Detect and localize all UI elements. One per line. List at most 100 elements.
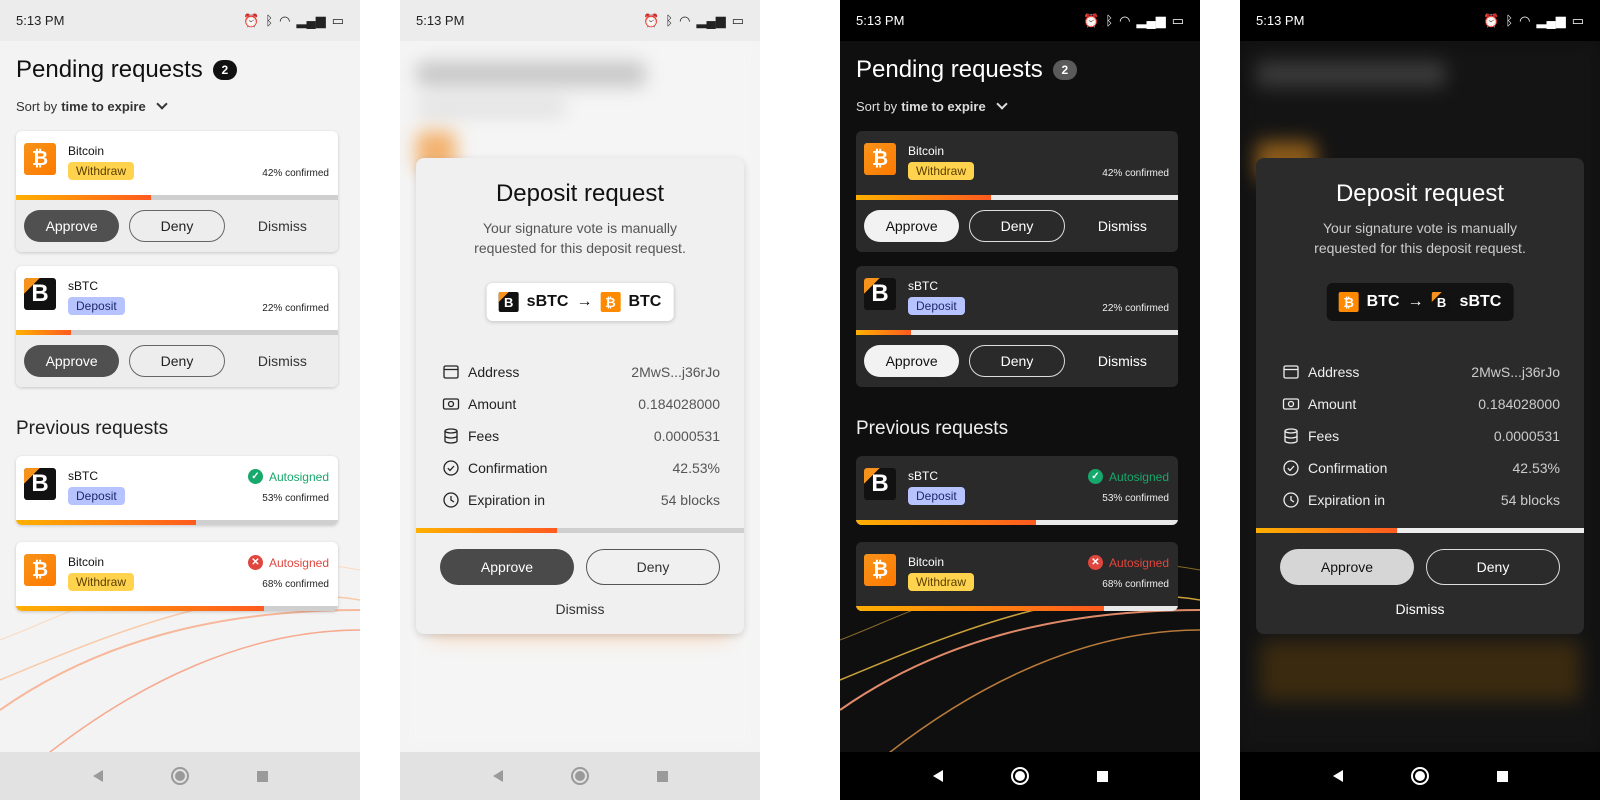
deny-button[interactable]: Deny (586, 549, 720, 585)
phone-dark-modal: 5:13 PM ⏰ ᛒ ◠ ▂▄▆ ▭ Deposit request Your… (1240, 0, 1600, 800)
previous-request-card[interactable]: ₿ Bitcoin Withdraw ✕ Autosigned 68% confi… (856, 542, 1178, 611)
phone-dark-list: 5:13 PM ⏰ ᛒ ◠ ▂▄▆ ▭ Pending requests 2 S… (840, 0, 1200, 800)
wifi-icon: ◠ (1119, 12, 1131, 28)
confirmed-text: 53% confirmed (1102, 493, 1169, 504)
approve-button[interactable]: Approve (24, 210, 120, 242)
dismiss-button[interactable]: Dismiss (1256, 601, 1584, 617)
check-circle-icon (1283, 460, 1299, 476)
detail-row: Expiration in 54 blocks (442, 484, 720, 516)
alarm-icon: ⏰ (1483, 12, 1500, 28)
bitcoin-icon: ₿ (24, 554, 56, 586)
back-icon[interactable] (492, 770, 503, 782)
sort-dropdown[interactable]: Sort by time to expire (856, 98, 1008, 114)
detail-row: Amount 0.184028000 (442, 388, 720, 420)
deny-button[interactable]: Deny (1426, 549, 1560, 585)
bluetooth-icon: ᛒ (1105, 13, 1114, 28)
home-icon[interactable] (170, 767, 189, 785)
dismiss-button[interactable]: Dismiss (416, 601, 744, 617)
coin-name: sBTC (68, 279, 98, 293)
deny-button[interactable]: Deny (129, 210, 225, 242)
system-nav-bar (840, 752, 1200, 800)
coins-stack-icon (1284, 428, 1298, 444)
alarm-icon: ⏰ (1083, 12, 1100, 28)
dialog-title: Deposit request (495, 180, 665, 207)
detail-row: Confirmation 42.53% (442, 452, 720, 484)
system-nav-bar (400, 752, 760, 800)
sort-dropdown[interactable]: Sort by time to expire (16, 98, 168, 114)
type-tag: Deposit (68, 487, 125, 505)
clock-time: 5:13 PM (856, 13, 905, 28)
approve-button[interactable]: Approve (440, 549, 574, 585)
recents-icon[interactable] (1096, 770, 1108, 782)
dismiss-button[interactable]: Dismiss (1075, 345, 1170, 377)
bitcoin-icon: ₿ (864, 143, 896, 175)
detail-row: Confirmation 42.53% (1282, 452, 1560, 484)
signal-icon: ▂▄▆ (1136, 12, 1166, 28)
section-title: Previous requests (856, 418, 1009, 439)
detail-row: Fees 0.0000531 (1282, 420, 1560, 452)
pending-request-card: ₿ Bitcoin Withdraw 42% confirmed Approve… (16, 131, 338, 252)
conversion-pair: B sBTC → ₿ BTC (486, 283, 674, 321)
battery-icon: ▭ (331, 12, 344, 28)
pending-count-badge: 2 (1052, 60, 1077, 80)
recents-icon[interactable] (1496, 770, 1508, 782)
wallet-icon (443, 365, 459, 379)
bitcoin-icon: ₿ (600, 292, 621, 312)
dialog-subtitle: Your signature vote is manually requeste… (1314, 220, 1526, 256)
approve-button[interactable]: Approve (1280, 549, 1414, 585)
recents-icon[interactable] (656, 770, 668, 782)
pending-count-badge: 2 (212, 60, 237, 80)
system-nav-bar (1240, 752, 1600, 800)
deny-button[interactable]: Deny (969, 345, 1065, 377)
home-icon[interactable] (1410, 767, 1429, 785)
wallet-icon (1283, 365, 1299, 379)
conversion-pair: ₿ BTC → B sBTC (1326, 283, 1514, 321)
dismiss-button[interactable]: Dismiss (235, 345, 330, 377)
approve-button[interactable]: Approve (864, 210, 960, 242)
phone-light-modal: 5:13 PM ⏰ ᛒ ◠ ▂▄▆ ▭ Deposit request Your… (400, 0, 760, 800)
signal-icon: ▂▄▆ (1536, 12, 1566, 28)
sbtc-icon: B (24, 278, 56, 310)
sort-value: time to expire (61, 99, 146, 114)
previous-request-card[interactable]: B sBTC Deposit ✓ Autosigned 53% confirmed (16, 456, 338, 525)
confirmation-progress (856, 520, 1178, 525)
deny-button[interactable]: Deny (129, 345, 225, 377)
arrow-right-icon: → (1407, 293, 1424, 310)
back-icon[interactable] (92, 770, 103, 782)
status-text: Autosigned (1108, 469, 1169, 484)
sort-prefix: Sort by (16, 99, 58, 114)
pending-request-card: ₿ Bitcoin Withdraw 42% confirmed Approve… (856, 131, 1178, 252)
back-icon[interactable] (932, 770, 943, 782)
deposit-request-dialog: Deposit request Your signature vote is m… (416, 158, 744, 634)
battery-icon: ▭ (1571, 12, 1584, 28)
dismiss-button[interactable]: Dismiss (1075, 210, 1170, 242)
previous-request-card[interactable]: ₿ Bitcoin Withdraw ✕ Autosigned 68% confi… (16, 542, 338, 611)
approve-button[interactable]: Approve (864, 345, 960, 377)
clock-time: 5:13 PM (16, 13, 65, 28)
clock-icon (1283, 492, 1299, 508)
approve-button[interactable]: Approve (24, 345, 120, 377)
page-title: Pending requests 2 (856, 56, 1077, 84)
coins-stack-icon (444, 428, 458, 444)
deny-button[interactable]: Deny (969, 210, 1065, 242)
previous-request-card[interactable]: B sBTC Deposit ✓ Autosigned 53% confirmed (856, 456, 1178, 525)
confirmed-text: 53% confirmed (262, 493, 329, 504)
recents-icon[interactable] (256, 770, 268, 782)
home-icon[interactable] (1010, 767, 1029, 785)
x-circle-icon: ✕ (247, 555, 263, 570)
signal-icon: ▂▄▆ (296, 12, 326, 28)
status-text: Autosigned (268, 469, 329, 484)
confirmation-progress (16, 606, 338, 611)
bluetooth-icon: ᛒ (265, 13, 274, 28)
check-circle-icon: ✓ (247, 469, 263, 484)
type-tag: Withdraw (908, 162, 975, 180)
check-circle-icon (443, 460, 459, 476)
confirmation-progress (856, 330, 1178, 335)
status-bar: 5:13 PM ⏰ ᛒ ◠ ▂▄▆ ▭ (840, 0, 1200, 41)
confirmed-text: 42% confirmed (262, 168, 329, 179)
home-icon[interactable] (570, 767, 589, 785)
status-bar: 5:13 PM ⏰ ᛒ ◠ ▂▄▆ ▭ (400, 0, 760, 41)
confirmed-text: 68% confirmed (1102, 579, 1169, 590)
dismiss-button[interactable]: Dismiss (235, 210, 330, 242)
back-icon[interactable] (1332, 770, 1343, 782)
